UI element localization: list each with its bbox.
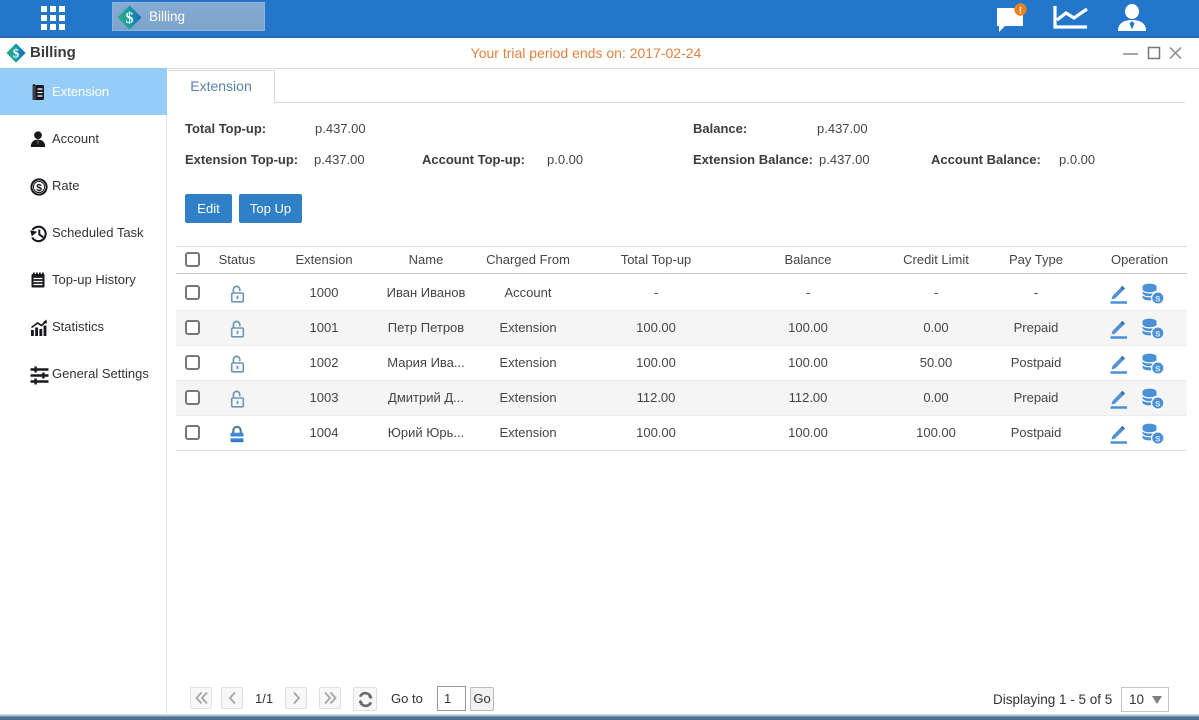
svg-text:s: s: [1155, 398, 1161, 409]
svg-text:$: $: [36, 182, 42, 194]
svg-text:s: s: [1155, 328, 1161, 339]
svg-text:s: s: [1155, 433, 1161, 444]
svg-text:!: !: [1019, 6, 1022, 17]
svg-text:s: s: [1155, 293, 1161, 304]
svg-text:s: s: [1155, 363, 1161, 374]
svg-text:$: $: [126, 10, 134, 27]
